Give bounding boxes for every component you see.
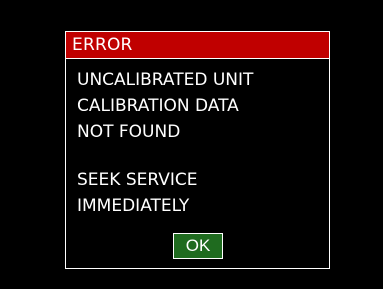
message-line-uncalibrated-unit: UNCALIBRATED UNIT — [77, 70, 254, 90]
dialog-title: ERROR — [72, 35, 133, 55]
error-dialog: ERROR UNCALIBRATED UNIT CALIBRATION DATA… — [65, 31, 330, 269]
ok-button[interactable]: OK — [173, 233, 223, 259]
message-line-immediately: IMMEDIATELY — [77, 196, 190, 216]
message-line-not-found: NOT FOUND — [77, 122, 181, 142]
message-line-seek-service: SEEK SERVICE — [77, 170, 198, 190]
dialog-title-bar: ERROR — [66, 32, 329, 59]
message-line-calibration-data: CALIBRATION DATA — [77, 96, 239, 116]
